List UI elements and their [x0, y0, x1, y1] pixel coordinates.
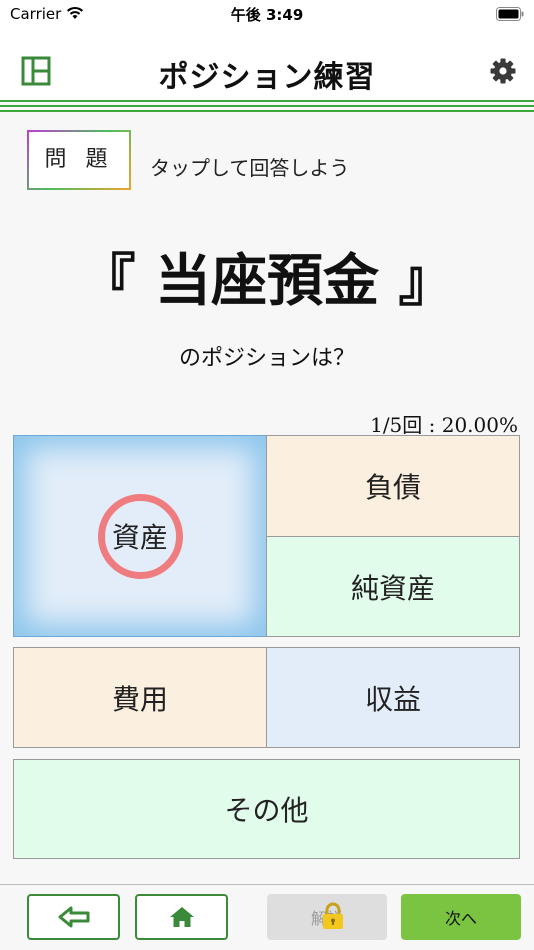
answer-expense[interactable]: 費用 [13, 647, 267, 748]
home-icon [169, 907, 194, 927]
question-tag-label: 問 題 [44, 147, 114, 172]
answer-revenue[interactable]: 収益 [266, 647, 520, 748]
question-prompt: のポジションは？ [178, 346, 355, 371]
answer-expense-label: 費用 [111, 682, 168, 716]
answer-equity-label: 純資産 [350, 571, 435, 605]
answer-liability-label: 負債 [364, 471, 421, 504]
next-button-label: 次へ [444, 909, 477, 928]
score-readout: 1/5回 : 20.00% [370, 413, 518, 437]
nav-bar: ポジション練習 [0, 30, 534, 100]
answer-equity[interactable]: 純資産 [266, 536, 520, 637]
question-hint: タップして回答しよう [150, 156, 350, 180]
home-button[interactable] [135, 894, 228, 940]
answer-liability[interactable]: 負債 [266, 435, 520, 537]
toolbar-divider [0, 884, 534, 885]
answer-other-label: その他 [224, 794, 309, 827]
question-term: 『 当座預金 』 [79, 249, 455, 314]
gear-icon[interactable] [490, 58, 516, 84]
page-title: ポジション練習 [158, 60, 376, 95]
back-arrow-icon [58, 906, 89, 928]
answer-other[interactable]: その他 [13, 759, 520, 859]
selected-circle-mark [98, 494, 183, 579]
status-time: 午後 3:49 [230, 6, 304, 24]
next-button[interactable]: 次へ [401, 894, 521, 940]
answer-revenue-label: 収益 [364, 682, 421, 716]
lock-icon [323, 902, 343, 929]
question-tag: 問 題 [27, 130, 131, 190]
nav-divider [0, 100, 534, 114]
status-bar: Carrier 午後 3:49 [0, 0, 534, 30]
back-button[interactable] [27, 894, 120, 940]
battery-icon [496, 7, 524, 21]
